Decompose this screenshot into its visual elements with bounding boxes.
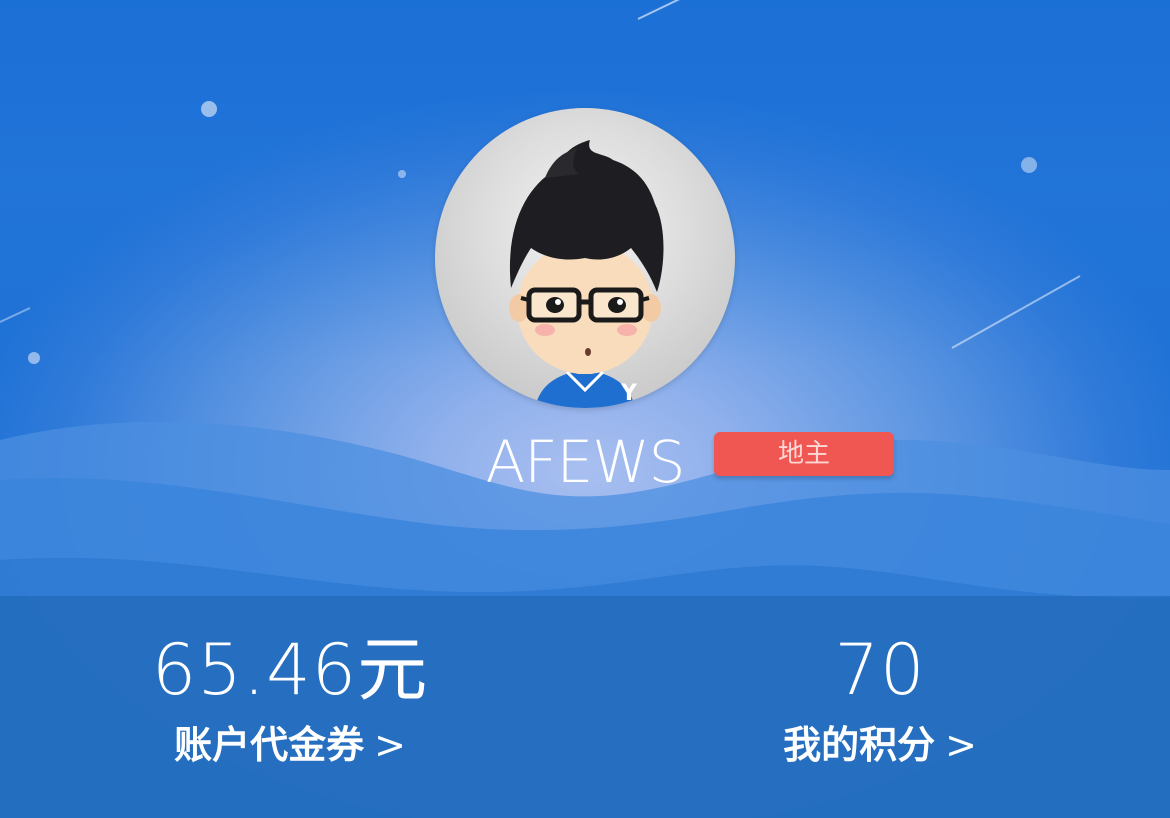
voucher-stat[interactable]: 65.46元 账户代金券 > bbox=[90, 596, 490, 768]
points-link[interactable]: 我的积分 > bbox=[680, 722, 1080, 768]
avatar[interactable]: Y bbox=[435, 108, 735, 408]
voucher-label: 账户代金券 bbox=[174, 723, 365, 767]
profile-header: Y AFEWS 地主 65.46元 账户代金券 > 70 我的积分 > bbox=[0, 0, 1170, 818]
username: AFEWS bbox=[485, 428, 686, 496]
stats-bar: 65.46元 账户代金券 > 70 我的积分 > bbox=[0, 596, 1170, 818]
chevron-right-icon: > bbox=[374, 723, 406, 767]
role-badge: 地主 bbox=[714, 432, 894, 476]
voucher-value: 65.46元 bbox=[151, 629, 429, 711]
points-value: 70 bbox=[834, 629, 926, 711]
points-stat[interactable]: 70 我的积分 > bbox=[680, 596, 1080, 768]
sparkle bbox=[398, 170, 406, 178]
shooting-star bbox=[951, 275, 1081, 349]
avatar-cartoon-boy-icon: Y bbox=[509, 140, 664, 408]
shooting-star bbox=[0, 307, 31, 323]
voucher-link[interactable]: 账户代金券 > bbox=[90, 722, 490, 768]
shooting-star bbox=[637, 0, 680, 20]
sparkle bbox=[1021, 157, 1037, 173]
sparkle bbox=[201, 101, 217, 117]
points-label: 我的积分 bbox=[783, 723, 936, 767]
sparkle bbox=[28, 352, 40, 364]
chevron-right-icon: > bbox=[945, 723, 977, 767]
